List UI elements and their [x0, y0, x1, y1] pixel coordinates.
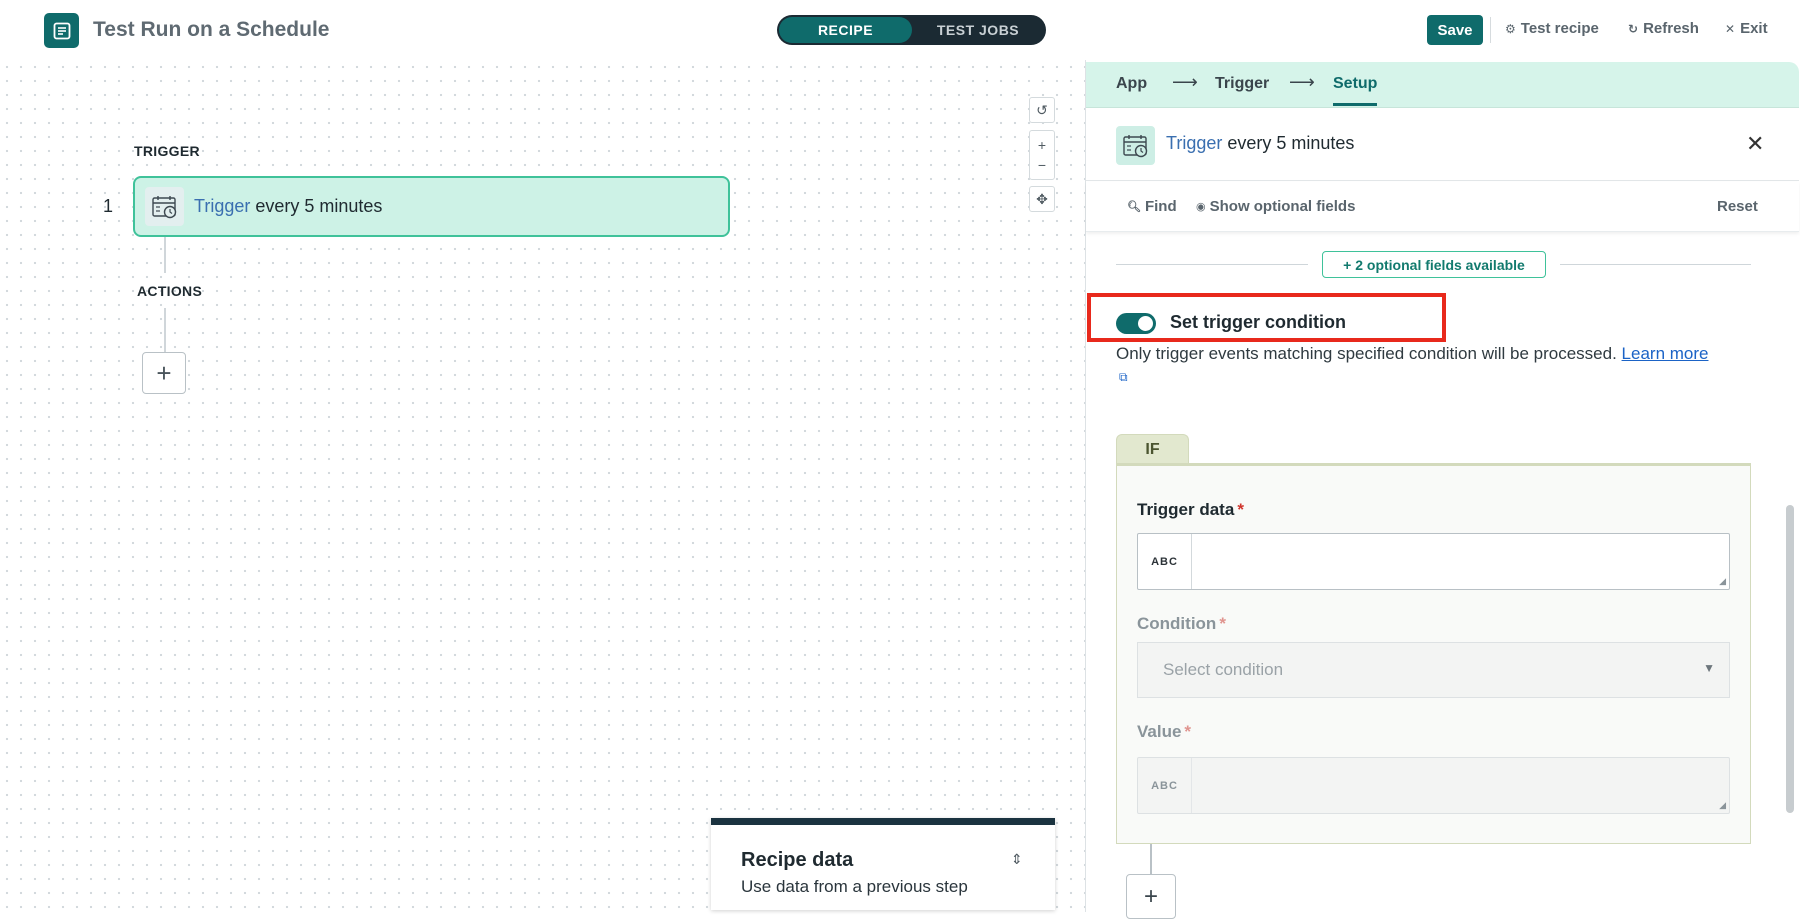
panel-trigger-link[interactable]: Trigger — [1166, 133, 1222, 153]
external-link-icon[interactable]: ⧉ — [1119, 370, 1128, 385]
value-input[interactable]: ABC ◢ — [1137, 757, 1730, 814]
search-icon: 🔍︎ — [1127, 201, 1141, 213]
test-recipe-label: Test recipe — [1520, 20, 1599, 37]
value-label: Value * — [1137, 722, 1191, 742]
actions-connector — [164, 308, 166, 352]
find-label: Find — [1144, 198, 1177, 215]
panel-title: Trigger every 5 minutes — [1166, 133, 1354, 154]
exit-button[interactable]: ✕ Exit — [1725, 20, 1768, 37]
resize-handle-icon[interactable]: ◢ — [1719, 800, 1726, 811]
panel-scrollbar[interactable] — [1786, 505, 1794, 813]
step-number: 1 — [103, 196, 114, 216]
show-optional-label: Show optional fields — [1209, 198, 1356, 215]
if-tab: IF — [1116, 434, 1189, 464]
condition-select[interactable]: Select condition ▼ — [1137, 642, 1730, 698]
condition-connector — [1150, 844, 1152, 874]
exit-label: Exit — [1740, 20, 1768, 37]
panel-title-text: every 5 minutes — [1222, 133, 1355, 153]
find-button[interactable]: 🔍︎ Find — [1127, 198, 1177, 215]
resize-handle-icon[interactable]: ◢ — [1719, 576, 1726, 587]
actions-section-label: ACTIONS — [137, 283, 203, 299]
close-icon: ✕ — [1725, 21, 1736, 36]
view-toggle: RECIPE TEST JOBS — [777, 15, 1046, 45]
document-icon — [53, 22, 70, 39]
save-button[interactable]: Save — [1427, 15, 1483, 45]
required-marker: * — [1219, 614, 1226, 633]
trigger-data-label-text: Trigger data — [1137, 500, 1235, 519]
gear-icon: ⚙ — [1505, 21, 1516, 36]
breadcrumb-trigger[interactable]: Trigger — [1215, 75, 1269, 93]
tab-test-jobs[interactable]: TEST JOBS — [912, 17, 1044, 43]
value-label-text: Value — [1137, 722, 1182, 741]
add-step-button[interactable]: + — [142, 352, 186, 394]
trigger-step-card[interactable]: Trigger every 5 minutes — [133, 176, 730, 237]
expand-icon[interactable]: ⇕ — [1011, 851, 1023, 868]
learn-more-link[interactable]: Learn more — [1622, 344, 1709, 363]
abc-type-icon: ABC — [1138, 758, 1192, 813]
refresh-icon: ↻ — [1628, 21, 1639, 36]
condition-label-text: Condition — [1137, 614, 1217, 633]
zoom-out-icon[interactable]: − — [1038, 157, 1046, 173]
eye-icon: ◉ — [1196, 201, 1206, 213]
trigger-condition-description: Only trigger events matching specified c… — [1116, 342, 1766, 366]
zoom-controls: + − — [1029, 130, 1055, 180]
panel-header: Trigger every 5 minutes ✕ — [1086, 109, 1799, 181]
optional-fields-button[interactable]: + 2 optional fields available — [1322, 251, 1546, 278]
refresh-label: Refresh — [1643, 20, 1699, 37]
divider — [1560, 264, 1751, 265]
step-connector — [164, 237, 166, 273]
reset-button[interactable]: Reset — [1717, 198, 1758, 215]
condition-block-top — [1116, 463, 1751, 466]
breadcrumb: App ⟶ Trigger ⟶ Setup — [1086, 62, 1799, 108]
trigger-section-label: TRIGGER — [134, 143, 200, 159]
arrow-right-icon: ⟶ — [1289, 72, 1315, 92]
trigger-data-input[interactable]: ABC ◢ — [1137, 533, 1730, 590]
calendar-clock-icon — [145, 187, 184, 226]
trigger-condition-label: Set trigger condition — [1170, 312, 1347, 332]
panel-toolbar: 🔍︎ Find ◉ Show optional fields Reset — [1086, 182, 1799, 232]
trigger-condition-desc-text: Only trigger events matching specified c… — [1116, 344, 1622, 363]
close-panel-icon[interactable]: ✕ — [1746, 131, 1764, 157]
test-recipe-button[interactable]: ⚙ Test recipe — [1505, 20, 1599, 37]
required-marker: * — [1237, 500, 1244, 519]
reset-view-icon[interactable]: ↺ — [1029, 97, 1055, 123]
abc-type-icon: ABC — [1138, 534, 1192, 589]
trigger-step-text: every 5 minutes — [250, 196, 383, 216]
calendar-clock-icon — [1116, 126, 1155, 165]
tab-recipe[interactable]: RECIPE — [779, 17, 912, 43]
toolbar-divider — [1490, 17, 1491, 43]
top-bar: Test Run on a Schedule RECIPE TEST JOBS … — [0, 0, 1800, 60]
arrow-right-icon: ⟶ — [1172, 72, 1198, 92]
divider — [1116, 264, 1308, 265]
condition-placeholder: Select condition — [1163, 660, 1284, 679]
trigger-link[interactable]: Trigger — [194, 196, 250, 216]
trigger-data-label: Trigger data * — [1137, 500, 1244, 520]
recipe-logo-icon — [44, 13, 79, 48]
add-condition-button[interactable]: + — [1126, 874, 1176, 919]
breadcrumb-app[interactable]: App — [1116, 75, 1147, 93]
trigger-condition-toggle[interactable] — [1116, 313, 1156, 334]
recipe-data-subtitle: Use data from a previous step — [741, 877, 968, 896]
zoom-in-icon[interactable]: + — [1038, 137, 1046, 153]
required-marker: * — [1184, 722, 1192, 741]
fit-view-icon[interactable]: ✥ — [1029, 186, 1055, 212]
show-optional-fields-button[interactable]: ◉ Show optional fields — [1196, 198, 1355, 215]
chevron-down-icon: ▼ — [1703, 661, 1715, 675]
condition-label: Condition * — [1137, 614, 1226, 634]
breadcrumb-setup[interactable]: Setup — [1333, 75, 1378, 106]
page-title: Test Run on a Schedule — [93, 18, 330, 41]
recipe-data-title: Recipe data — [741, 849, 854, 871]
trigger-step-title: Trigger every 5 minutes — [194, 196, 382, 217]
recipe-data-panel[interactable]: Recipe data Use data from a previous ste… — [711, 818, 1055, 910]
refresh-button[interactable]: ↻ Refresh — [1628, 20, 1699, 37]
